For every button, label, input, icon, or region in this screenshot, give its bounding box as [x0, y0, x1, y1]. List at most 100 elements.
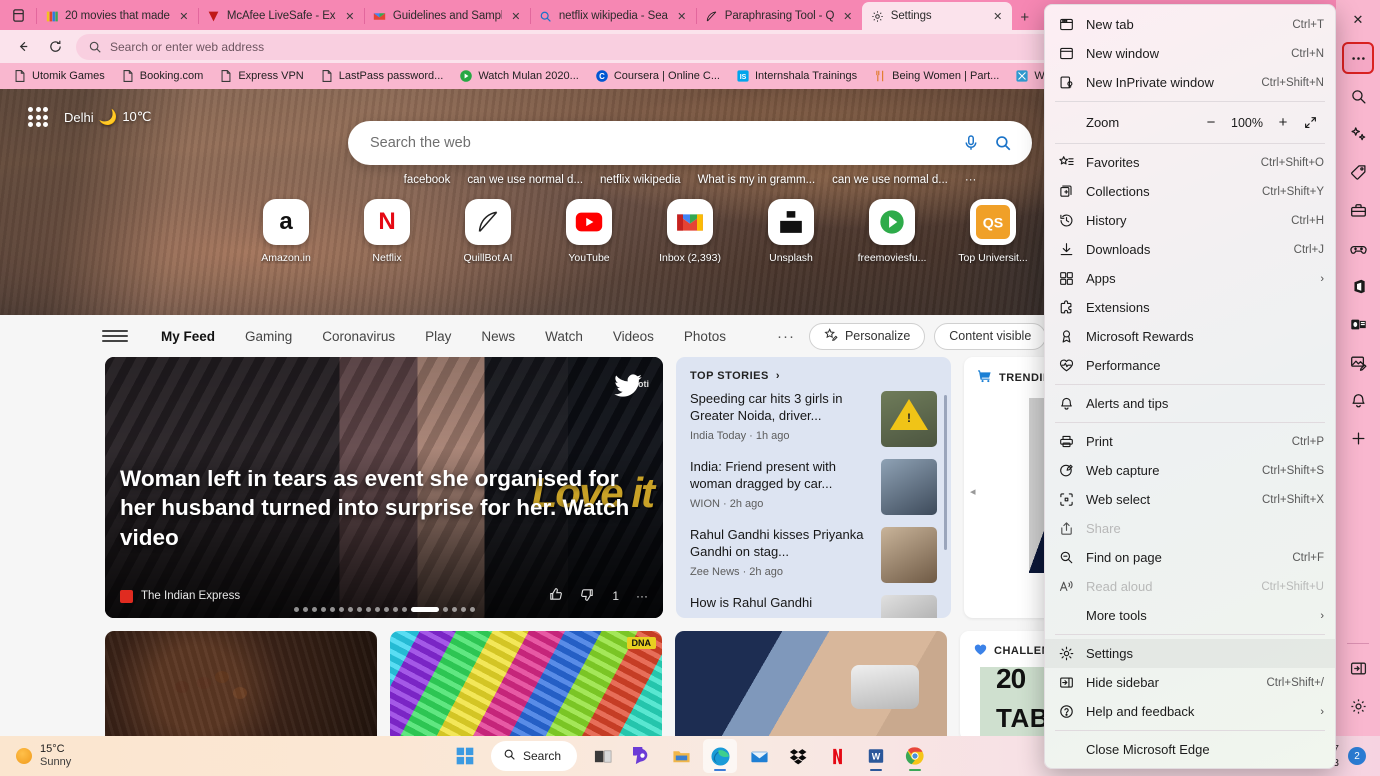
- shortcut-tile[interactable]: Unsplash: [764, 199, 818, 264]
- feed-nav-item[interactable]: My Feed: [146, 329, 230, 344]
- menu-item-help-and-feedback[interactable]: Help and feedback ›: [1045, 697, 1335, 726]
- menu-item-more-tools[interactable]: More tools ›: [1045, 601, 1335, 630]
- menu-item-find-on-page[interactable]: Find on page Ctrl+F: [1045, 543, 1335, 572]
- close-icon[interactable]: ✕: [990, 8, 1006, 24]
- feed-more-button[interactable]: ···: [741, 328, 809, 345]
- menu-item-alerts-and-tips[interactable]: Alerts and tips: [1045, 389, 1335, 418]
- menu-item-apps[interactable]: Apps ›: [1045, 264, 1335, 293]
- browser-tab[interactable]: netflix wikipedia - Sea ✕: [529, 2, 696, 30]
- chocolate-cake-card[interactable]: [105, 631, 377, 736]
- menu-item-new-inprivate-window[interactable]: New InPrivate window Ctrl+Shift+N: [1045, 68, 1335, 97]
- menu-item-history[interactable]: History Ctrl+H: [1045, 206, 1335, 235]
- bookmark-item[interactable]: Watch Mulan 2020...: [452, 67, 585, 85]
- bookmark-item[interactable]: LastPass password...: [313, 67, 451, 85]
- top-story-item[interactable]: Speeding car hits 3 girls in Greater Noi…: [690, 391, 937, 447]
- price-tag-icon[interactable]: [1342, 156, 1374, 188]
- content-visible-button[interactable]: Content visible: [934, 322, 1047, 350]
- shortcut-tile[interactable]: YouTube: [562, 199, 616, 264]
- carousel-prev-button[interactable]: ◂: [970, 485, 976, 498]
- feed-nav-item[interactable]: Photos: [669, 329, 741, 344]
- menu-item-new-window[interactable]: New window Ctrl+N: [1045, 39, 1335, 68]
- outlook-icon[interactable]: [1342, 308, 1374, 340]
- task-view-icon[interactable]: [586, 739, 620, 773]
- personalize-button[interactable]: Personalize: [808, 322, 926, 350]
- featured-story-card[interactable]: Mr Ikoti Love it Woman left in tears as …: [105, 357, 663, 618]
- shortcut-tile[interactable]: Inbox (2,393): [659, 199, 721, 264]
- taskbar-search-button[interactable]: Search: [490, 741, 578, 771]
- browser-tab[interactable]: Paraphrasing Tool - Q ✕: [695, 2, 862, 30]
- top-story-item[interactable]: How is Rahul Gandhi: [690, 595, 937, 618]
- menu-item-web-capture[interactable]: Web capture Ctrl+Shift+S: [1045, 456, 1335, 485]
- tin-can-card[interactable]: [675, 631, 947, 736]
- browser-tab[interactable]: McAfee LiveSafe - Exp ✕: [197, 2, 364, 30]
- menu-item-favorites[interactable]: Favorites Ctrl+Shift+O: [1045, 148, 1335, 177]
- menu-item-hide-sidebar[interactable]: Hide sidebar Ctrl+Shift+/: [1045, 668, 1335, 697]
- bookmark-item[interactable]: Utomik Games: [6, 67, 112, 85]
- app-grid-icon[interactable]: [26, 105, 50, 129]
- search-suggestion[interactable]: can we use normal d...: [467, 174, 583, 186]
- browser-tab[interactable]: Settings ✕: [861, 2, 1012, 30]
- menu-item-collections[interactable]: Collections Ctrl+Shift+Y: [1045, 177, 1335, 206]
- search-icon[interactable]: [1342, 80, 1374, 112]
- microphone-icon[interactable]: [960, 132, 982, 154]
- question-marks-card[interactable]: DNA: [390, 631, 662, 736]
- toolbox-icon[interactable]: [1342, 194, 1374, 226]
- search-suggestion[interactable]: facebook: [404, 174, 451, 186]
- bookmark-item[interactable]: C Coursera | Online C...: [588, 67, 727, 85]
- mail-icon[interactable]: [742, 739, 776, 773]
- search-suggestion[interactable]: can we use normal d...: [832, 174, 948, 186]
- search-suggestion[interactable]: What is my in gramm...: [698, 174, 816, 186]
- thumbs-up-icon[interactable]: [548, 587, 563, 605]
- plus-icon[interactable]: [1342, 422, 1374, 454]
- scrollbar-thumb[interactable]: [944, 395, 947, 550]
- browser-tab[interactable]: 20 movies that made ✕: [36, 2, 198, 30]
- shortcut-tile[interactable]: a Amazon.in: [259, 199, 313, 264]
- zoom-in-button[interactable]: +: [1270, 111, 1296, 135]
- hamburger-icon[interactable]: [102, 323, 128, 349]
- menu-item-extensions[interactable]: Extensions: [1045, 293, 1335, 322]
- shortcut-tile[interactable]: QS Top Universit...: [958, 199, 1028, 264]
- shortcut-tile[interactable]: N Netflix: [360, 199, 414, 264]
- close-icon[interactable]: ✕: [176, 8, 192, 24]
- menu-item-microsoft-rewards[interactable]: Microsoft Rewards: [1045, 322, 1335, 351]
- feed-nav-item[interactable]: Gaming: [230, 329, 307, 344]
- top-story-item[interactable]: India: Friend present with woman dragged…: [690, 459, 937, 515]
- bookmark-item[interactable]: Express VPN: [212, 67, 310, 85]
- feed-nav-item[interactable]: Coronavirus: [307, 329, 410, 344]
- close-icon[interactable]: ✕: [342, 8, 358, 24]
- chrome-icon[interactable]: [898, 739, 932, 773]
- shortcut-tile[interactable]: QuillBot AI: [461, 199, 515, 264]
- close-icon[interactable]: ✕: [674, 8, 690, 24]
- menu-item-web-select[interactable]: Web select Ctrl+Shift+X: [1045, 485, 1335, 514]
- feed-nav-item[interactable]: Videos: [598, 329, 669, 344]
- close-icon[interactable]: ✕: [840, 8, 856, 24]
- search-icon[interactable]: [992, 132, 1014, 154]
- image-edit-icon[interactable]: [1342, 346, 1374, 378]
- microsoft-edge-button[interactable]: [703, 739, 738, 773]
- menu-item-downloads[interactable]: Downloads Ctrl+J: [1045, 235, 1335, 264]
- menu-item-settings[interactable]: Settings: [1045, 639, 1335, 668]
- thumbs-down-icon[interactable]: [580, 587, 595, 605]
- menu-item-print[interactable]: Print Ctrl+P: [1045, 427, 1335, 456]
- carousel-dots[interactable]: [105, 607, 663, 612]
- back-button[interactable]: [8, 33, 38, 61]
- word-icon[interactable]: W: [859, 739, 893, 773]
- search-suggestion[interactable]: ···: [965, 174, 977, 186]
- bookmark-item[interactable]: Being Women | Part...: [866, 67, 1006, 85]
- games-icon[interactable]: [1342, 232, 1374, 264]
- fullscreen-icon[interactable]: [1296, 111, 1324, 135]
- zoom-out-button[interactable]: −: [1198, 111, 1224, 135]
- bookmark-item[interactable]: Booking.com: [114, 67, 211, 85]
- bell-icon[interactable]: [1342, 384, 1374, 416]
- feed-nav-item[interactable]: Watch: [530, 329, 598, 344]
- search-suggestion[interactable]: netflix wikipedia: [600, 174, 681, 186]
- notification-badge[interactable]: 2: [1348, 747, 1366, 765]
- browser-tab[interactable]: Guidelines and Sampl ✕: [363, 2, 530, 30]
- close-icon[interactable]: ✕: [508, 8, 524, 24]
- windows-start-icon[interactable]: [448, 739, 482, 773]
- tab-actions-menu-icon[interactable]: [0, 0, 36, 30]
- feed-nav-item[interactable]: Play: [410, 329, 466, 344]
- top-story-item[interactable]: Rahul Gandhi kisses Priyanka Gandhi on s…: [690, 527, 937, 583]
- shortcut-tile[interactable]: freemoviesfu...: [858, 199, 926, 264]
- close-icon[interactable]: ✕: [1342, 4, 1374, 36]
